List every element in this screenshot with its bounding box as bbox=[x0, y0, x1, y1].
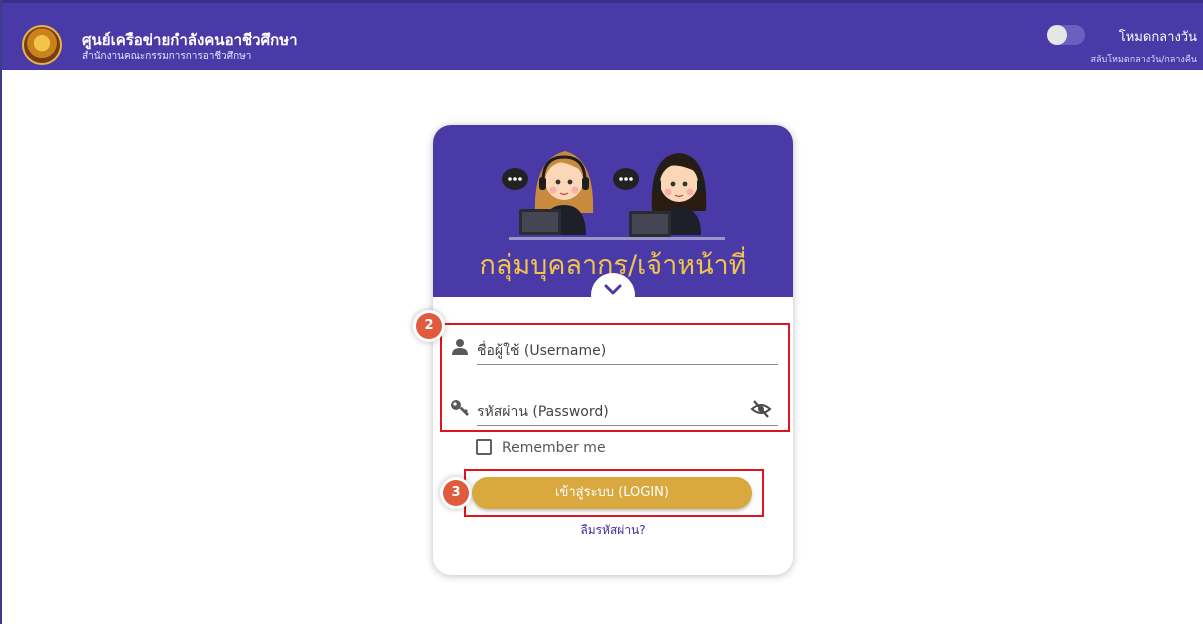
site-subtitle: สำนักงานคณะกรรมการการอาชีวศึกษา bbox=[82, 51, 252, 62]
remember-me-label: Remember me bbox=[502, 440, 606, 456]
toggle-label: โหมดกลางวัน bbox=[1118, 30, 1197, 45]
username-field[interactable]: ชื่อผู้ใช้ (Username) bbox=[450, 333, 780, 365]
key-icon bbox=[451, 400, 469, 416]
password-field[interactable]: รหัสผ่าน (Password) bbox=[450, 394, 780, 426]
remember-me-checkbox[interactable] bbox=[476, 439, 492, 455]
username-underline bbox=[477, 364, 778, 365]
password-placeholder: รหัสผ่าน (Password) bbox=[477, 404, 609, 420]
password-underline bbox=[477, 425, 778, 426]
theme-toggle-group: โหมดกลางวัน สลับโหมดกลางวัน/กลางคืน bbox=[1037, 25, 1197, 65]
call-center-agents-illustration bbox=[502, 151, 725, 240]
login-button[interactable]: เข้าสู่ระบบ (LOGIN) bbox=[472, 477, 752, 509]
step-marker-2: 2 bbox=[416, 313, 442, 339]
seal-logo bbox=[22, 25, 62, 65]
page: ศูนย์เครือข่ายกำลังคนอาชีวศึกษา สำนักงาน… bbox=[0, 0, 1203, 624]
chevron-down-icon bbox=[604, 284, 622, 295]
forgot-password-link[interactable]: ลืมรหัสผ่าน? bbox=[433, 521, 793, 540]
toggle-sublabel: สลับโหมดกลางวัน/กลางคืน bbox=[1090, 55, 1197, 65]
toggle-knob bbox=[1047, 25, 1067, 45]
card-banner: กลุ่มบุคลากร/เจ้าหน้าที่ bbox=[433, 125, 793, 317]
step-marker-3: 3 bbox=[443, 480, 469, 506]
user-icon bbox=[452, 339, 468, 355]
collapse-chevron-button[interactable] bbox=[591, 273, 635, 317]
eye-off-icon[interactable] bbox=[750, 399, 772, 419]
username-placeholder: ชื่อผู้ใช้ (Username) bbox=[477, 343, 607, 359]
remember-me-row[interactable]: Remember me bbox=[476, 439, 676, 459]
top-header: ศูนย์เครือข่ายกำลังคนอาชีวศึกษา สำนักงาน… bbox=[2, 0, 1203, 70]
day-night-toggle[interactable] bbox=[1047, 25, 1085, 45]
